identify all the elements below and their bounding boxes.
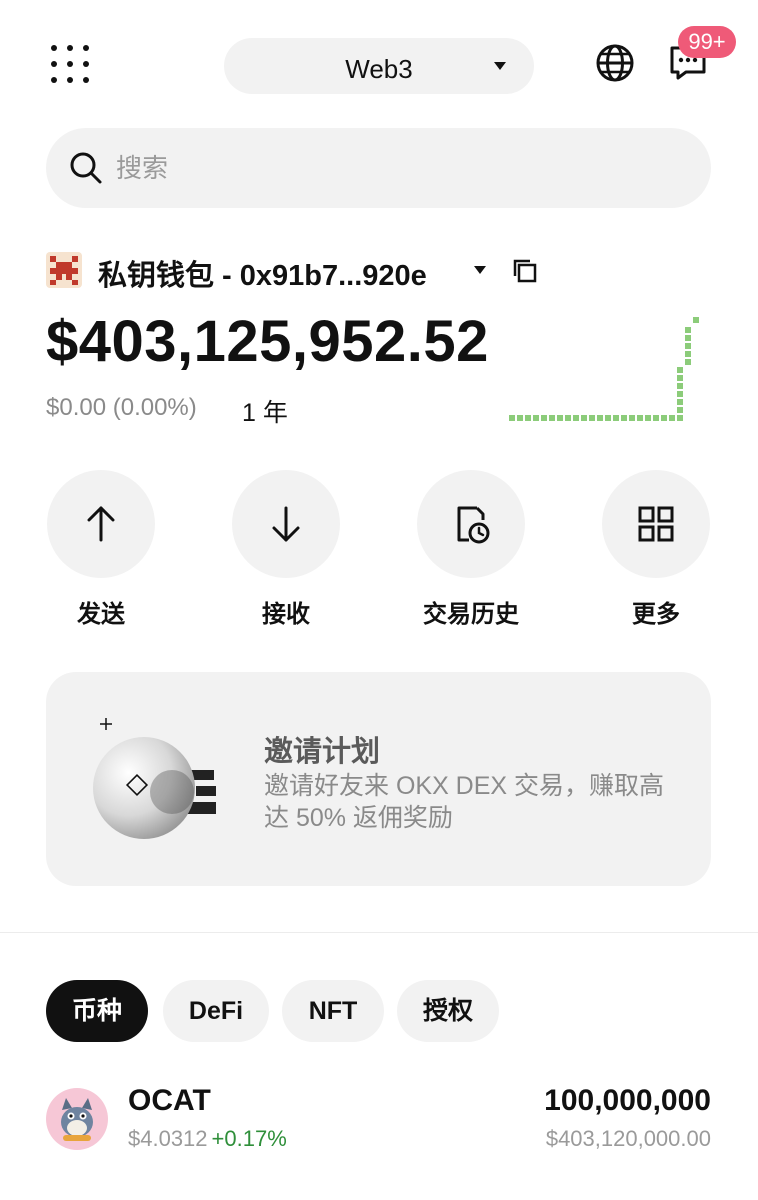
receive-label: 接收 xyxy=(262,601,310,628)
token-amount: 100,000,000 xyxy=(544,1084,711,1117)
sparkline-point xyxy=(509,415,515,421)
promo-description: 邀请好友来 OKX DEX 交易，赚取高达 50% 返佣奖励 xyxy=(264,772,665,832)
history-label: 交易历史 xyxy=(423,601,519,628)
sparkline-point xyxy=(581,415,587,421)
sparkline-point xyxy=(629,415,635,421)
arrow-up-icon xyxy=(87,506,115,542)
pnl-change: $0.00 (0.00%) xyxy=(46,394,197,421)
sparkline-point xyxy=(677,367,683,373)
tab-tokens[interactable]: 币种 xyxy=(46,980,148,1042)
send-label: 发送 xyxy=(77,601,125,628)
sparkline-point xyxy=(645,415,651,421)
more-label: 更多 xyxy=(632,601,680,628)
token-symbol: OCAT xyxy=(128,1084,211,1117)
sparkline-point xyxy=(685,351,691,357)
sparkline-point xyxy=(573,415,579,421)
sparkline-point xyxy=(685,359,691,365)
token-row[interactable]: OCAT $4.0312 +0.17% 100,000,000 $403,120,… xyxy=(46,1080,711,1160)
tab-defi[interactable]: DeFi xyxy=(163,980,269,1042)
sparkline-point xyxy=(525,415,531,421)
grid-icon xyxy=(638,506,674,542)
search-input[interactable] xyxy=(116,150,676,186)
token-value: $403,120,000.00 xyxy=(545,1126,711,1151)
sparkline-point xyxy=(517,415,523,421)
search-icon xyxy=(70,152,102,184)
ocat-token-icon xyxy=(46,1088,108,1150)
sparkline-point xyxy=(669,415,675,421)
search-bar[interactable] xyxy=(46,128,711,208)
quick-actions: 发送 接收 交易历史 更多 xyxy=(0,470,758,630)
receive-button[interactable]: 接收 xyxy=(211,470,361,630)
sparkline-point xyxy=(557,415,563,421)
network-selector[interactable]: Web3 xyxy=(224,38,534,94)
tab-nft[interactable]: NFT xyxy=(282,980,384,1042)
history-icon xyxy=(457,506,490,544)
token-price-line: $4.0312 +0.17% xyxy=(128,1126,287,1152)
arrow-down-icon xyxy=(272,506,300,542)
promo-title: 邀请计划 xyxy=(264,736,381,768)
tab-approvals[interactable]: 授权 xyxy=(397,980,499,1042)
sparkline-point xyxy=(549,415,555,421)
top-bar: Web3 99+ xyxy=(0,0,758,130)
sparkline-point xyxy=(685,335,691,341)
sparkline-point xyxy=(677,375,683,381)
wallet-avatar xyxy=(46,252,82,288)
sparkline-point xyxy=(677,383,683,389)
wallet-name: 私钥钱包 - 0x91b7...920e xyxy=(98,260,427,292)
sparkline-point xyxy=(677,399,683,405)
sparkline-point xyxy=(685,327,691,333)
network-selector-label: Web3 xyxy=(345,54,413,84)
sparkline-point xyxy=(653,415,659,421)
caret-down-icon xyxy=(494,62,506,70)
copy-icon[interactable] xyxy=(512,258,538,284)
sparkline-point xyxy=(605,415,611,421)
wallet-selector[interactable]: 私钥钱包 - 0x91b7...920e xyxy=(46,250,566,292)
history-button[interactable]: 交易历史 xyxy=(396,470,546,630)
period-selector[interactable]: 1 年 xyxy=(242,393,288,429)
sparkline-point xyxy=(685,343,691,349)
referral-illustration xyxy=(93,718,216,839)
sparkline-point xyxy=(677,415,683,421)
sparkline-point xyxy=(637,415,643,421)
sparkline-point xyxy=(541,415,547,421)
section-divider xyxy=(0,932,758,933)
send-button[interactable]: 发送 xyxy=(26,470,176,630)
sparkline-point xyxy=(589,415,595,421)
referral-promo-card[interactable]: 邀请计划 邀请好友来 OKX DEX 交易，赚取高达 50% 返佣奖励 xyxy=(46,672,711,886)
more-button[interactable]: 更多 xyxy=(581,470,731,630)
sparkline-point xyxy=(565,415,571,421)
sparkline-point xyxy=(677,407,683,413)
sparkline-point xyxy=(597,415,603,421)
token-change: +0.17% xyxy=(211,1126,287,1151)
sparkline-point xyxy=(661,415,667,421)
notification-badge: 99+ xyxy=(678,26,736,58)
sparkline-point xyxy=(693,317,699,323)
globe-icon[interactable] xyxy=(592,40,638,86)
sparkline-point xyxy=(613,415,619,421)
total-balance: $403,125,952.52 xyxy=(46,309,489,374)
sparkline-point xyxy=(533,415,539,421)
sparkline-point xyxy=(677,391,683,397)
caret-down-icon xyxy=(474,266,486,274)
token-price: $4.0312 xyxy=(128,1126,208,1151)
balance-sparkline xyxy=(509,317,699,421)
apps-menu-icon[interactable] xyxy=(50,44,90,84)
asset-tabs: 币种 DeFi NFT 授权 xyxy=(46,980,726,1042)
sparkline-point xyxy=(621,415,627,421)
